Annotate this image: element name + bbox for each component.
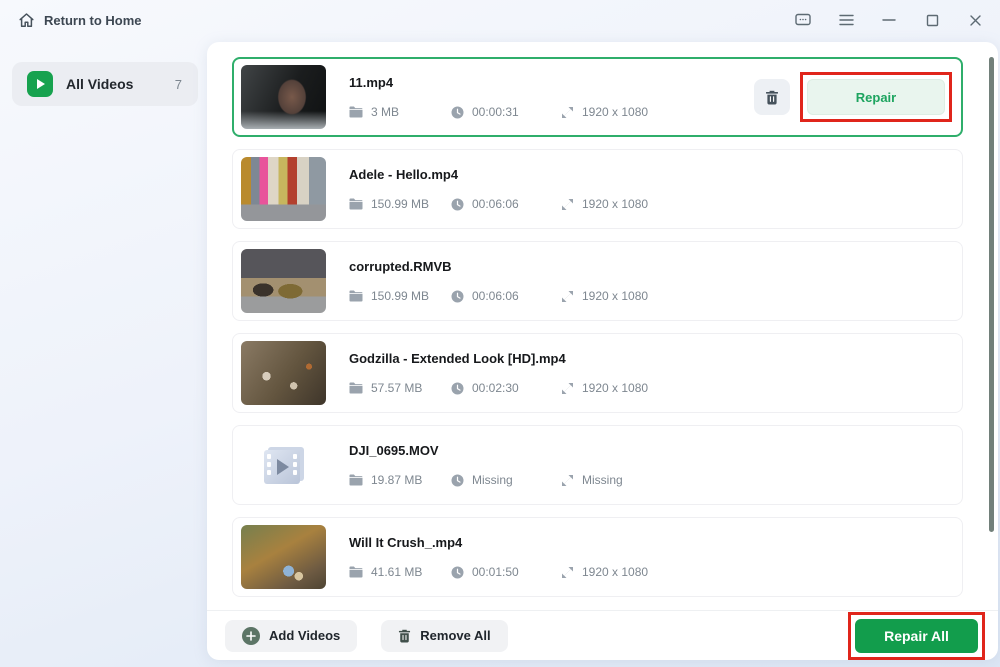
video-filename: DJI_0695.MOV	[349, 443, 439, 458]
file-size-value: 150.99 MB	[371, 197, 430, 211]
resolution-icon	[562, 290, 573, 302]
resolution-value: 1920 x 1080	[582, 197, 649, 211]
video-row[interactable]: DJI_0695.MOV 19.87 MB Missing Missing	[232, 425, 963, 505]
video-filename: Godzilla - Extended Look [HD].mp4	[349, 351, 566, 366]
add-videos-label: Add Videos	[269, 628, 341, 643]
footer-toolbar: Add Videos Remove All Repair All	[207, 610, 998, 660]
file-size-value: 57.57 MB	[371, 381, 423, 395]
resolution-icon	[562, 198, 573, 210]
duration-icon	[451, 290, 464, 302]
video-thumbnail	[241, 341, 326, 405]
file-size-value: 19.87 MB	[371, 473, 423, 487]
resolution-icon	[562, 566, 573, 578]
resolution-value: Missing	[582, 473, 623, 487]
repair-all-button[interactable]: Repair All	[855, 618, 978, 653]
duration-icon	[451, 474, 464, 486]
video-meta: 57.57 MB 00:02:30 1920 x 1080	[349, 381, 952, 395]
titlebar: Return to Home	[0, 0, 1000, 40]
trash-icon	[766, 90, 778, 104]
video-file-placeholder-icon	[241, 433, 326, 497]
video-filename: 11.mp4	[349, 75, 394, 90]
video-meta: 150.99 MB 00:06:06 1920 x 1080	[349, 197, 952, 211]
file-size-value: 41.61 MB	[371, 565, 423, 579]
duration-value: Missing	[472, 473, 513, 487]
video-meta: 41.61 MB 00:01:50 1920 x 1080	[349, 565, 952, 579]
video-thumbnail	[241, 65, 326, 129]
duration-value: 00:02:30	[472, 381, 519, 395]
video-count-badge: 7	[174, 76, 182, 92]
resolution-icon	[562, 106, 573, 118]
add-videos-button[interactable]: Add Videos	[225, 619, 358, 652]
video-row[interactable]: Adele - Hello.mp4 150.99 MB 00:06:06 192…	[232, 149, 963, 229]
annotation-highlight-repair-all: Repair All	[848, 611, 985, 660]
video-filename: corrupted.RMVB	[349, 259, 452, 274]
resolution-icon	[562, 382, 573, 394]
duration-icon	[451, 106, 464, 118]
video-meta: 19.87 MB Missing Missing	[349, 473, 952, 487]
repair-button[interactable]: Repair	[807, 79, 945, 115]
duration-value: 00:00:31	[472, 105, 519, 119]
duration-icon	[451, 566, 464, 578]
resolution-value: 1920 x 1080	[582, 289, 649, 303]
home-icon	[19, 12, 34, 27]
video-filename: Adele - Hello.mp4	[349, 167, 459, 182]
video-row[interactable]: corrupted.RMVB 150.99 MB 00:06:06 1920 x…	[232, 241, 963, 321]
return-to-home-button[interactable]: Return to Home	[18, 12, 142, 29]
return-to-home-label: Return to Home	[44, 12, 142, 28]
duration-icon	[451, 382, 464, 394]
maximize-icon[interactable]	[923, 11, 941, 29]
video-row-selected[interactable]: 11.mp4 3 MB 00:00:31 1920 x 1080 Repair	[232, 57, 963, 137]
duration-value: 00:01:50	[472, 565, 519, 579]
video-meta: 150.99 MB 00:06:06 1920 x 1080	[349, 289, 952, 303]
duration-value: 00:06:06	[472, 197, 519, 211]
resolution-value: 1920 x 1080	[582, 105, 649, 119]
window-controls	[794, 11, 984, 29]
file-size-icon	[349, 382, 363, 394]
video-thumbnail	[241, 157, 326, 221]
trash-icon	[399, 629, 411, 642]
file-size-icon	[349, 198, 363, 210]
remove-all-label: Remove All	[420, 628, 491, 643]
annotation-highlight-repair: Repair	[800, 72, 952, 122]
resolution-icon	[562, 474, 573, 486]
sidebar-item-label: All Videos	[66, 76, 134, 92]
feedback-icon[interactable]	[794, 11, 812, 29]
minimize-icon[interactable]	[880, 11, 898, 29]
play-icon	[27, 71, 53, 97]
file-size-value: 3 MB	[371, 105, 400, 119]
resolution-value: 1920 x 1080	[582, 565, 649, 579]
close-icon[interactable]	[966, 11, 984, 29]
main-panel: 11.mp4 3 MB 00:00:31 1920 x 1080 Repair	[207, 42, 998, 660]
row-actions: Repair	[754, 72, 952, 122]
video-list: 11.mp4 3 MB 00:00:31 1920 x 1080 Repair	[232, 57, 963, 609]
file-size-icon	[349, 290, 363, 302]
list-scrollbar[interactable]	[989, 57, 994, 532]
video-row[interactable]: Godzilla - Extended Look [HD].mp4 57.57 …	[232, 333, 963, 413]
menu-icon[interactable]	[837, 11, 855, 29]
duration-icon	[451, 198, 464, 210]
delete-video-button[interactable]	[754, 79, 790, 115]
video-filename: Will It Crush_.mp4	[349, 535, 463, 550]
video-thumbnail	[241, 249, 326, 313]
remove-all-button[interactable]: Remove All	[381, 619, 508, 652]
video-meta: 3 MB 00:00:31 1920 x 1080	[349, 105, 754, 119]
video-thumbnail	[241, 525, 326, 589]
plus-icon	[242, 626, 260, 645]
file-size-value: 150.99 MB	[371, 289, 430, 303]
sidebar-item-all-videos[interactable]: All Videos 7	[12, 62, 198, 106]
video-row[interactable]: Will It Crush_.mp4 41.61 MB 00:01:50 192…	[232, 517, 963, 597]
file-size-icon	[349, 474, 363, 486]
resolution-value: 1920 x 1080	[582, 381, 649, 395]
duration-value: 00:06:06	[472, 289, 519, 303]
file-size-icon	[349, 566, 363, 578]
file-size-icon	[349, 106, 363, 118]
